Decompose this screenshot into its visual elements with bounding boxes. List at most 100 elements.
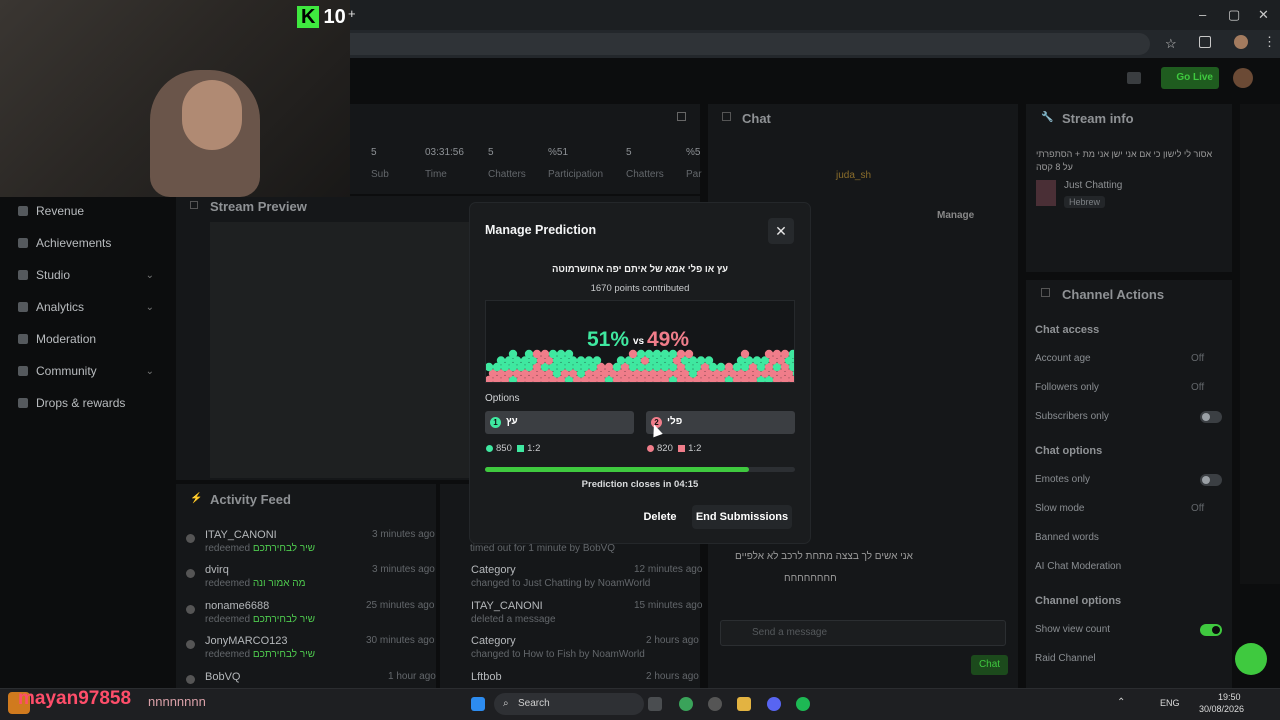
setting-label[interactable]: AI Chat Moderation [1035,561,1121,572]
stat-label: Sub [371,169,389,180]
stat-label: Time [425,169,447,180]
subscribers-only-toggle[interactable] [1200,411,1222,423]
feed-reward: שיר לבחירתכם [252,614,316,625]
analytics-icon [18,302,28,312]
bookmark-star-icon[interactable]: ☆ [1165,36,1177,52]
category-thumbnail [1036,180,1056,206]
language-indicator[interactable]: ENG [1160,698,1180,708]
setting-label[interactable]: Account age [1035,353,1091,364]
log-title: ITAY_CANONI [471,600,543,612]
user-avatar[interactable] [1233,68,1253,88]
option-a-button[interactable]: 1 עץ [485,411,634,434]
sidebar-item-moderation[interactable]: Moderation [18,332,96,346]
log-time: 15 minutes ago [634,600,703,611]
delete-button[interactable]: Delete [636,505,684,529]
tray-chevron-icon[interactable]: ⌃ [1117,697,1125,708]
windows-start-icon[interactable] [471,697,485,711]
shield-icon [1041,288,1050,297]
sidebar-item-achievements[interactable]: Achievements [18,236,111,250]
browser-menu-icon[interactable]: ⋮ [1263,34,1276,50]
log-title: Category [471,564,516,576]
discord-icon[interactable] [767,697,781,711]
sidebar-item-community[interactable]: Community ⌄ [18,364,154,378]
sidebar-item-analytics[interactable]: Analytics ⌄ [18,300,154,314]
end-submissions-button[interactable]: End Submissions [692,505,792,529]
setting-label[interactable]: Banned words [1035,532,1099,543]
clock-time[interactable]: 19:50 [1218,692,1241,702]
obs-icon[interactable] [708,697,722,711]
feed-action: redeemed [205,649,251,660]
taskbar-search-label: Search [518,698,550,709]
feed-username[interactable]: noname6688 [205,600,269,612]
expand-icon[interactable] [677,112,686,121]
vs-label: vs [633,336,645,347]
feed-username[interactable]: JonyMARCO123 [205,635,288,647]
extensions-icon[interactable] [1199,36,1211,48]
chat-send-button[interactable]: Chat [971,655,1008,675]
sidebar-item-studio[interactable]: Studio ⌄ [18,268,154,282]
log-time: 12 minutes ago [634,564,703,575]
chat-input-placeholder: Send a message [752,627,828,638]
activity-feed-title: Activity Feed [210,492,291,507]
option-b-label: פלי [667,416,683,427]
feed-username[interactable]: dvirq [205,564,229,576]
feed-reward: שיר לבחירתכם [252,543,316,554]
task-view-icon[interactable] [648,697,662,711]
option-b-button[interactable]: 2 פלי [646,411,795,434]
modal-title: Manage Prediction [485,223,597,237]
prediction-dot [764,349,774,359]
studio-icon [18,270,28,280]
chat-line: חחחחחחחח [784,573,837,584]
sidebar-item-revenue[interactable]: Revenue [18,204,84,218]
prediction-dot [772,349,782,359]
log-sub: deleted a message [471,614,556,625]
maximize-button[interactable]: ▢ [1228,7,1240,23]
minimize-button[interactable]: – [1199,7,1206,22]
wrench-icon: 🔧 [1041,112,1054,123]
option-a-stats: 850 1:2 [486,443,540,454]
feed-username[interactable]: ITAY_CANONI [205,529,277,541]
new-tab-button[interactable]: + [348,6,356,21]
feed-action: redeemed [205,614,251,625]
emotes-only-toggle[interactable] [1200,474,1222,486]
taskbar-search[interactable] [494,693,644,715]
setting-label[interactable]: Slow mode [1035,503,1084,514]
log-sub: timed out for 1 minute by BobVQ [470,543,616,554]
achievements-icon [18,238,28,248]
setting-value[interactable]: Off [1191,353,1204,364]
setting-value[interactable]: Off [1191,503,1204,514]
prediction-dot [716,362,726,372]
close-button[interactable]: ✕ [768,218,794,244]
log-time: 2 hours ago [646,635,699,646]
file-explorer-icon[interactable] [737,697,751,711]
show-view-count-toggle[interactable] [1200,624,1222,636]
streamer-face [182,80,242,150]
help-button[interactable] [1235,643,1267,675]
setting-label[interactable]: Raid Channel [1035,653,1096,664]
log-title: Lftbob [471,671,502,683]
profile-avatar[interactable] [1234,35,1248,49]
user-icon [186,534,195,543]
close-window-button[interactable]: ✕ [1258,7,1269,23]
option-a-points: 850 [496,443,512,454]
go-live-button[interactable]: Go Live [1161,67,1219,89]
pinned-user[interactable]: juda_sh [836,170,871,181]
preview-icon [190,201,198,209]
stream-preview-title: Stream Preview [210,199,307,214]
manage-button[interactable]: Manage [937,210,974,221]
clock-date[interactable]: 30/08/2026 [1199,704,1244,714]
setting-label[interactable]: Followers only [1035,382,1099,393]
setting-value[interactable]: Off [1191,382,1204,393]
spotify-icon[interactable] [796,697,810,711]
option-a-percent: 51% [587,328,630,351]
chrome-icon[interactable] [679,697,693,711]
prediction-dot [604,362,614,372]
kick-logo: K 10 [297,6,346,29]
stat-label: Par [686,169,702,180]
address-bar[interactable] [350,33,1150,55]
sidebar-item-drops-rewards[interactable]: Drops & rewards [18,396,125,410]
category-name[interactable]: Just Chatting [1064,180,1122,191]
feed-username[interactable]: BobVQ [205,671,240,683]
section-heading: Chat access [1035,324,1100,336]
overlay-chat-user: mayan97858 [18,688,132,709]
